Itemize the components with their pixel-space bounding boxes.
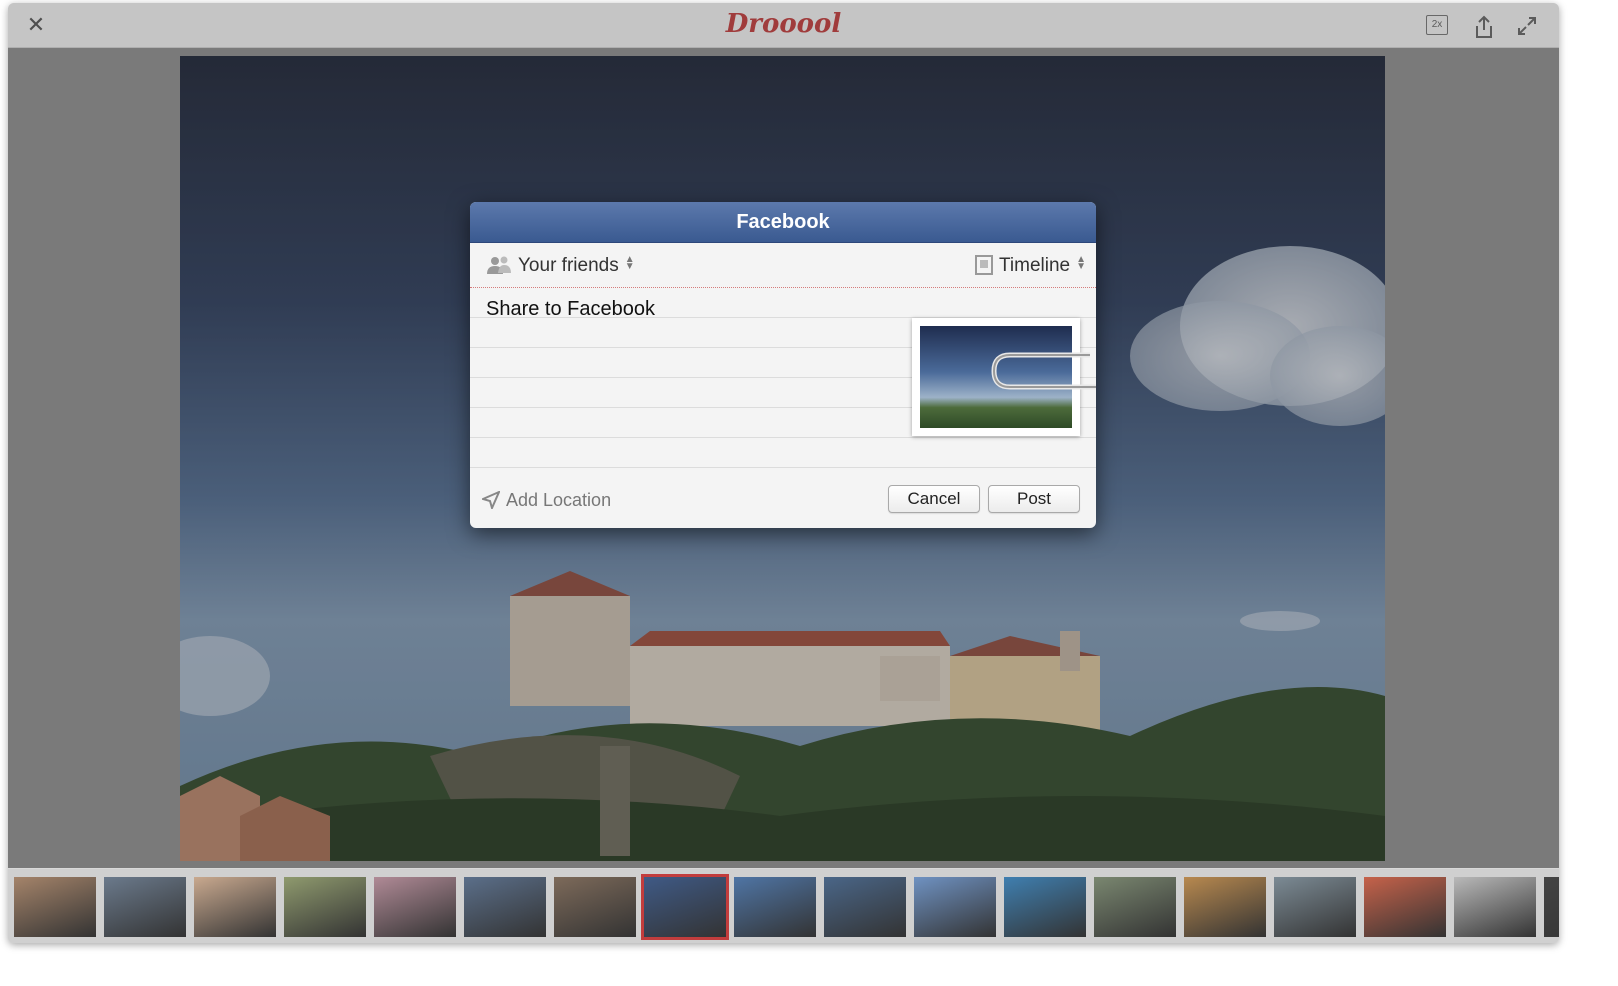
updown-icon: ▲ ▼	[1076, 254, 1086, 272]
post-button[interactable]: Post	[988, 485, 1080, 513]
audience-select[interactable]: Your friends ▲ ▼	[486, 255, 635, 277]
location-arrow-icon	[480, 490, 501, 511]
filmstrip	[8, 869, 1559, 943]
filmstrip-thumbnail[interactable]	[14, 877, 96, 937]
filmstrip-thumbnail[interactable]	[464, 877, 546, 937]
filmstrip-thumbnail[interactable]	[641, 874, 729, 940]
filmstrip-thumbnail[interactable]	[1274, 877, 1356, 937]
dialog-options-row: Your friends ▲ ▼ Timeline ▲ ▼	[470, 243, 1096, 288]
destination-label: Timeline	[999, 255, 1071, 276]
filmstrip-thumbnail[interactable]	[1094, 877, 1176, 937]
add-location-button[interactable]: Add Location	[480, 490, 612, 511]
timeline-icon	[975, 255, 993, 275]
filmstrip-thumbnail[interactable]	[194, 877, 276, 937]
audience-label: Your friends	[518, 255, 619, 276]
filmstrip-thumbnail[interactable]	[824, 877, 906, 937]
add-location-label: Add Location	[506, 490, 612, 510]
filmstrip-thumbnail[interactable]	[554, 877, 636, 937]
filmstrip-thumbnail[interactable]	[1454, 877, 1536, 937]
friends-icon	[487, 256, 511, 274]
filmstrip-thumbnail[interactable]	[1004, 877, 1086, 937]
cancel-button[interactable]: Cancel	[888, 485, 980, 513]
filmstrip-thumbnail[interactable]	[1544, 877, 1559, 937]
filmstrip-thumbnail[interactable]	[374, 877, 456, 937]
filmstrip-thumbnail[interactable]	[1364, 877, 1446, 937]
dialog-title: Facebook	[470, 202, 1096, 243]
updown-icon: ▲ ▼	[624, 254, 635, 272]
facebook-share-dialog: Facebook Your friends ▲ ▼ Timeline ▲ ▼ Share…	[470, 202, 1096, 528]
filmstrip-thumbnail[interactable]	[1184, 877, 1266, 937]
filmstrip-thumbnail[interactable]	[284, 877, 366, 937]
dialog-footer: Add Location Cancel Post	[470, 468, 1096, 528]
filmstrip-thumbnail[interactable]	[914, 877, 996, 937]
message-input[interactable]: Share to Facebook	[486, 298, 655, 321]
filmstrip-thumbnail[interactable]	[734, 877, 816, 937]
paperclip-icon	[991, 352, 1096, 390]
destination-select[interactable]: Timeline ▲ ▼	[975, 255, 1086, 277]
filmstrip-thumbnail[interactable]	[104, 877, 186, 937]
